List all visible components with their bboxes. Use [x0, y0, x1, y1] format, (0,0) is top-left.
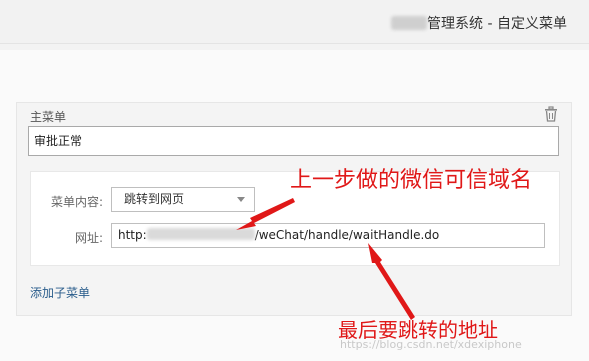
top-bar: 管理系统 - 自定义菜单 — [0, 0, 589, 44]
menu-content-select[interactable]: 跳转到网页 — [111, 187, 255, 212]
watermark: https://blog.csdn.net/xdexiphone — [340, 338, 522, 351]
menu-content-value: 跳转到网页 — [124, 192, 185, 206]
main-menu-label: 主菜单 — [30, 110, 67, 124]
menu-content-label: 菜单内容: — [50, 195, 103, 209]
page-title: 管理系统 - 自定义菜单 — [391, 13, 567, 33]
page-title-text: 管理系统 - 自定义菜单 — [427, 16, 567, 32]
url-suffix: /weChat/handle/waitHandle.do — [254, 228, 440, 242]
url-label: 网址: — [74, 231, 103, 245]
add-submenu-link[interactable]: 添加子菜单 — [30, 284, 90, 301]
trash-icon[interactable] — [544, 106, 558, 122]
caret-down-icon — [237, 197, 245, 202]
annotation-domain: 上一步做的微信可信域名 — [290, 168, 533, 193]
url-prefix: http: — [118, 228, 147, 242]
redacted-domain — [146, 228, 255, 240]
url-input[interactable]: http: /weChat/handle/waitHandle.do — [111, 223, 545, 248]
main-menu-name-input[interactable]: 审批正常 — [28, 126, 559, 156]
redacted-system-name — [391, 16, 428, 30]
